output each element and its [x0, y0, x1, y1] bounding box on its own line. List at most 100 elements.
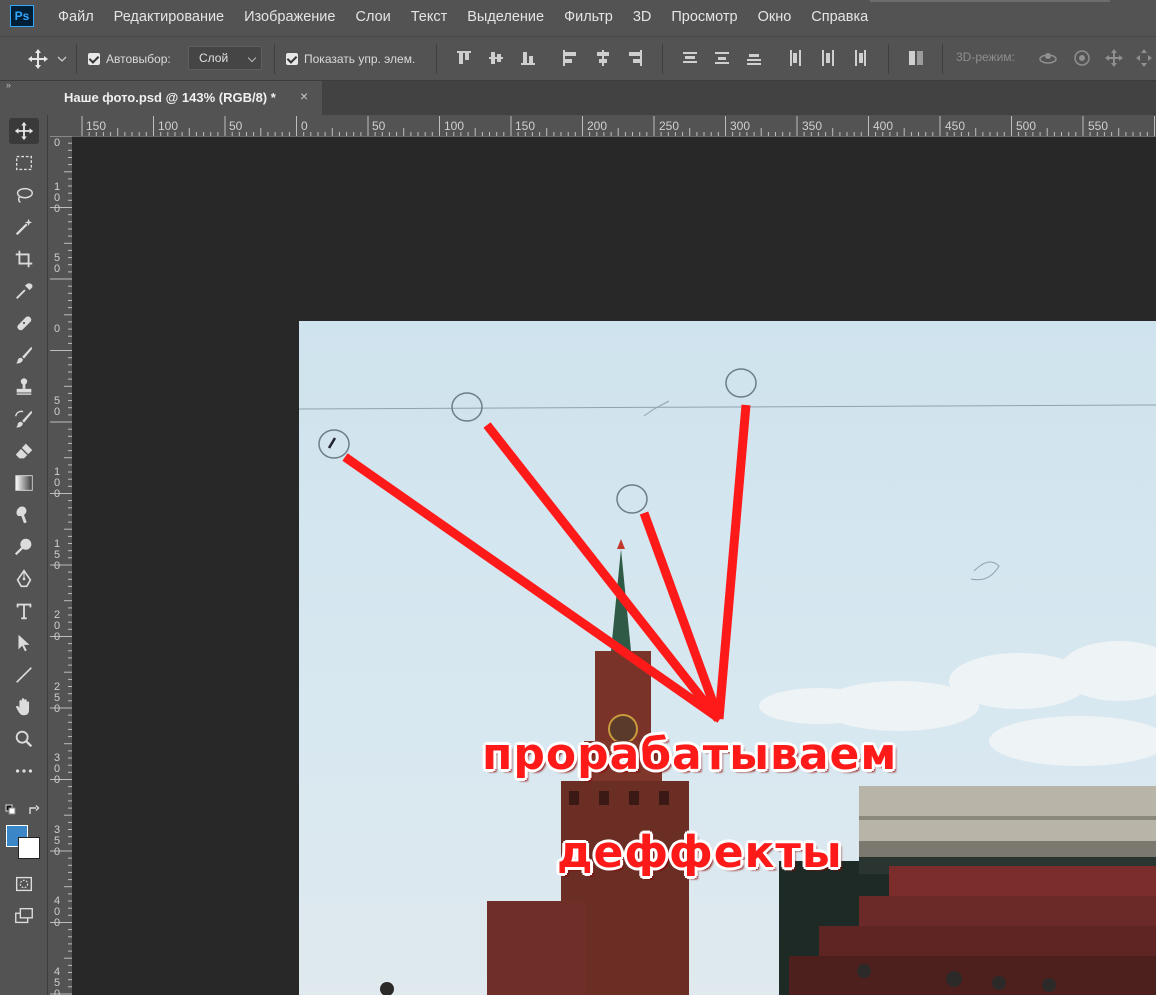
menu-window[interactable]: Окно	[748, 0, 802, 34]
align-vertical-centers-button[interactable]	[486, 47, 506, 69]
ruler-label: 250	[659, 119, 680, 133]
blur-tool-button[interactable]	[9, 502, 39, 528]
eyedropper-tool-button[interactable]	[9, 278, 39, 304]
healing-brush-tool-button[interactable]	[9, 310, 39, 336]
distribute-bottom-icon	[747, 54, 761, 65]
brush-tool-button[interactable]	[9, 342, 39, 368]
ruler-label: 0	[53, 137, 61, 149]
auto-align-layers-button[interactable]	[906, 47, 926, 69]
menu-layer[interactable]: Слои	[345, 0, 400, 34]
line-tool-button[interactable]	[9, 662, 39, 688]
crop-tool-button[interactable]	[9, 246, 39, 272]
type-icon	[16, 603, 32, 620]
document-tab-bar: Наше фото.psd @ 143% (RGB/8) * ×	[50, 81, 1156, 115]
close-icon[interactable]: ×	[300, 88, 308, 104]
history-brush-tool-button[interactable]	[9, 406, 39, 432]
align-bottom-icon	[521, 52, 535, 65]
move-tool-preset[interactable]	[26, 37, 68, 80]
distribute-left-button[interactable]	[786, 47, 806, 69]
dodge-tool-button[interactable]	[9, 534, 39, 560]
distribute-right-button[interactable]	[850, 47, 870, 69]
menu-3d[interactable]: 3D	[623, 0, 662, 34]
ruler-label: 100	[53, 466, 61, 500]
ruler-label: 350	[53, 824, 61, 858]
marquee-tool-button[interactable]	[9, 150, 39, 176]
ruler-label: 200	[53, 609, 61, 643]
distribute-bottom-button[interactable]	[744, 47, 764, 69]
document-canvas-area[interactable]: прорабатываем деффекты	[72, 137, 1156, 995]
auto-select-target-dropdown[interactable]: Слой	[188, 46, 262, 70]
distribute-hcenter-button[interactable]	[818, 47, 838, 69]
distribute-top-icon	[683, 52, 697, 63]
collapse-panels-icon[interactable]: »	[6, 80, 11, 90]
eraser-icon	[15, 443, 33, 459]
menu-view[interactable]: Просмотр	[661, 0, 747, 34]
menu-file[interactable]: Файл	[48, 0, 104, 34]
align-top-edges-button[interactable]	[454, 47, 474, 69]
type-tool-button[interactable]	[9, 598, 39, 624]
layer-select-value: Слой	[199, 51, 229, 65]
move-icon	[28, 48, 48, 69]
3d-drag-button[interactable]	[1104, 47, 1124, 69]
default-colors-icon[interactable]	[5, 804, 17, 816]
screen-mode-button[interactable]	[9, 903, 39, 929]
3d-slide-icon	[1136, 49, 1152, 67]
align-left-edges-button[interactable]	[560, 47, 580, 69]
3d-pan-icon	[1105, 49, 1123, 67]
crop-icon	[15, 250, 33, 268]
distribute-vcenter-button[interactable]	[712, 47, 732, 69]
checkbox-checked-icon	[88, 52, 100, 65]
quick-mask-button[interactable]	[9, 871, 39, 897]
3d-orbit-button[interactable]	[1038, 47, 1058, 69]
rectangular-marquee-icon	[15, 155, 33, 171]
ruler-label: 0	[301, 119, 308, 133]
menu-edit[interactable]: Редактирование	[104, 0, 234, 34]
menu-help[interactable]: Справка	[801, 0, 878, 34]
stamp-icon	[16, 378, 32, 395]
ruler-label: 100	[53, 181, 61, 215]
background-color-swatch[interactable]	[18, 837, 40, 859]
screen-mode-icon	[15, 907, 33, 924]
3d-roll-button[interactable]	[1072, 47, 1092, 69]
align-horizontal-centers-button[interactable]	[593, 47, 613, 69]
align-right-edges-button[interactable]	[625, 47, 645, 69]
ruler-label: 250	[53, 681, 61, 715]
ruler-label: 150	[86, 119, 107, 133]
ruler-label: 550	[1088, 119, 1109, 133]
photoshop-logo[interactable]: Ps	[10, 5, 34, 27]
ruler-label: 50	[229, 119, 243, 133]
swap-colors-icon[interactable]	[27, 803, 41, 817]
zoom-tool-button[interactable]	[9, 726, 39, 752]
hand-tool-button[interactable]	[9, 694, 39, 720]
menu-filter[interactable]: Фильтр	[554, 0, 623, 34]
distribute-vcenter-icon	[715, 52, 729, 64]
clone-stamp-tool-button[interactable]	[9, 374, 39, 400]
document-photo[interactable]	[299, 321, 1156, 995]
eraser-tool-button[interactable]	[9, 438, 39, 464]
ruler-label: 50	[53, 252, 61, 275]
pen-tool-button[interactable]	[9, 566, 39, 592]
path-selection-tool-button[interactable]	[9, 630, 39, 656]
ruler-label: 200	[587, 119, 608, 133]
menu-image[interactable]: Изображение	[234, 0, 345, 34]
gradient-tool-button[interactable]	[9, 470, 39, 496]
move-tool-button[interactable]	[9, 118, 39, 144]
magic-wand-tool-button[interactable]	[9, 214, 39, 240]
3d-slide-button[interactable]	[1134, 47, 1154, 69]
3d-mode-label: 3D-режим:	[956, 50, 1015, 64]
show-transform-checkbox[interactable]: Показать упр. элем.	[286, 37, 415, 80]
ruler-origin[interactable]	[50, 116, 72, 136]
menu-bar: Ps Файл Редактирование Изображение Слои …	[0, 0, 1156, 34]
dodge-icon	[14, 538, 32, 556]
auto-select-checkbox[interactable]: Автовыбор:	[88, 37, 171, 80]
align-bottom-edges-button[interactable]	[518, 47, 538, 69]
horizontal-ruler[interactable]: 150 100 50 0 50 100 150 200 250 300 350 …	[72, 116, 1156, 137]
distribute-top-button[interactable]	[680, 47, 700, 69]
lasso-tool-button[interactable]	[9, 182, 39, 208]
document-tab[interactable]: Наше фото.psd @ 143% (RGB/8) * ×	[50, 81, 322, 115]
vertical-ruler[interactable]: 0 100 50 0 50 100 150 200 250 300 350 40…	[50, 136, 73, 995]
menu-type[interactable]: Текст	[401, 0, 458, 34]
ruler-label: 500	[1016, 119, 1037, 133]
menu-select[interactable]: Выделение	[457, 0, 554, 34]
more-tools-button[interactable]	[9, 758, 39, 784]
